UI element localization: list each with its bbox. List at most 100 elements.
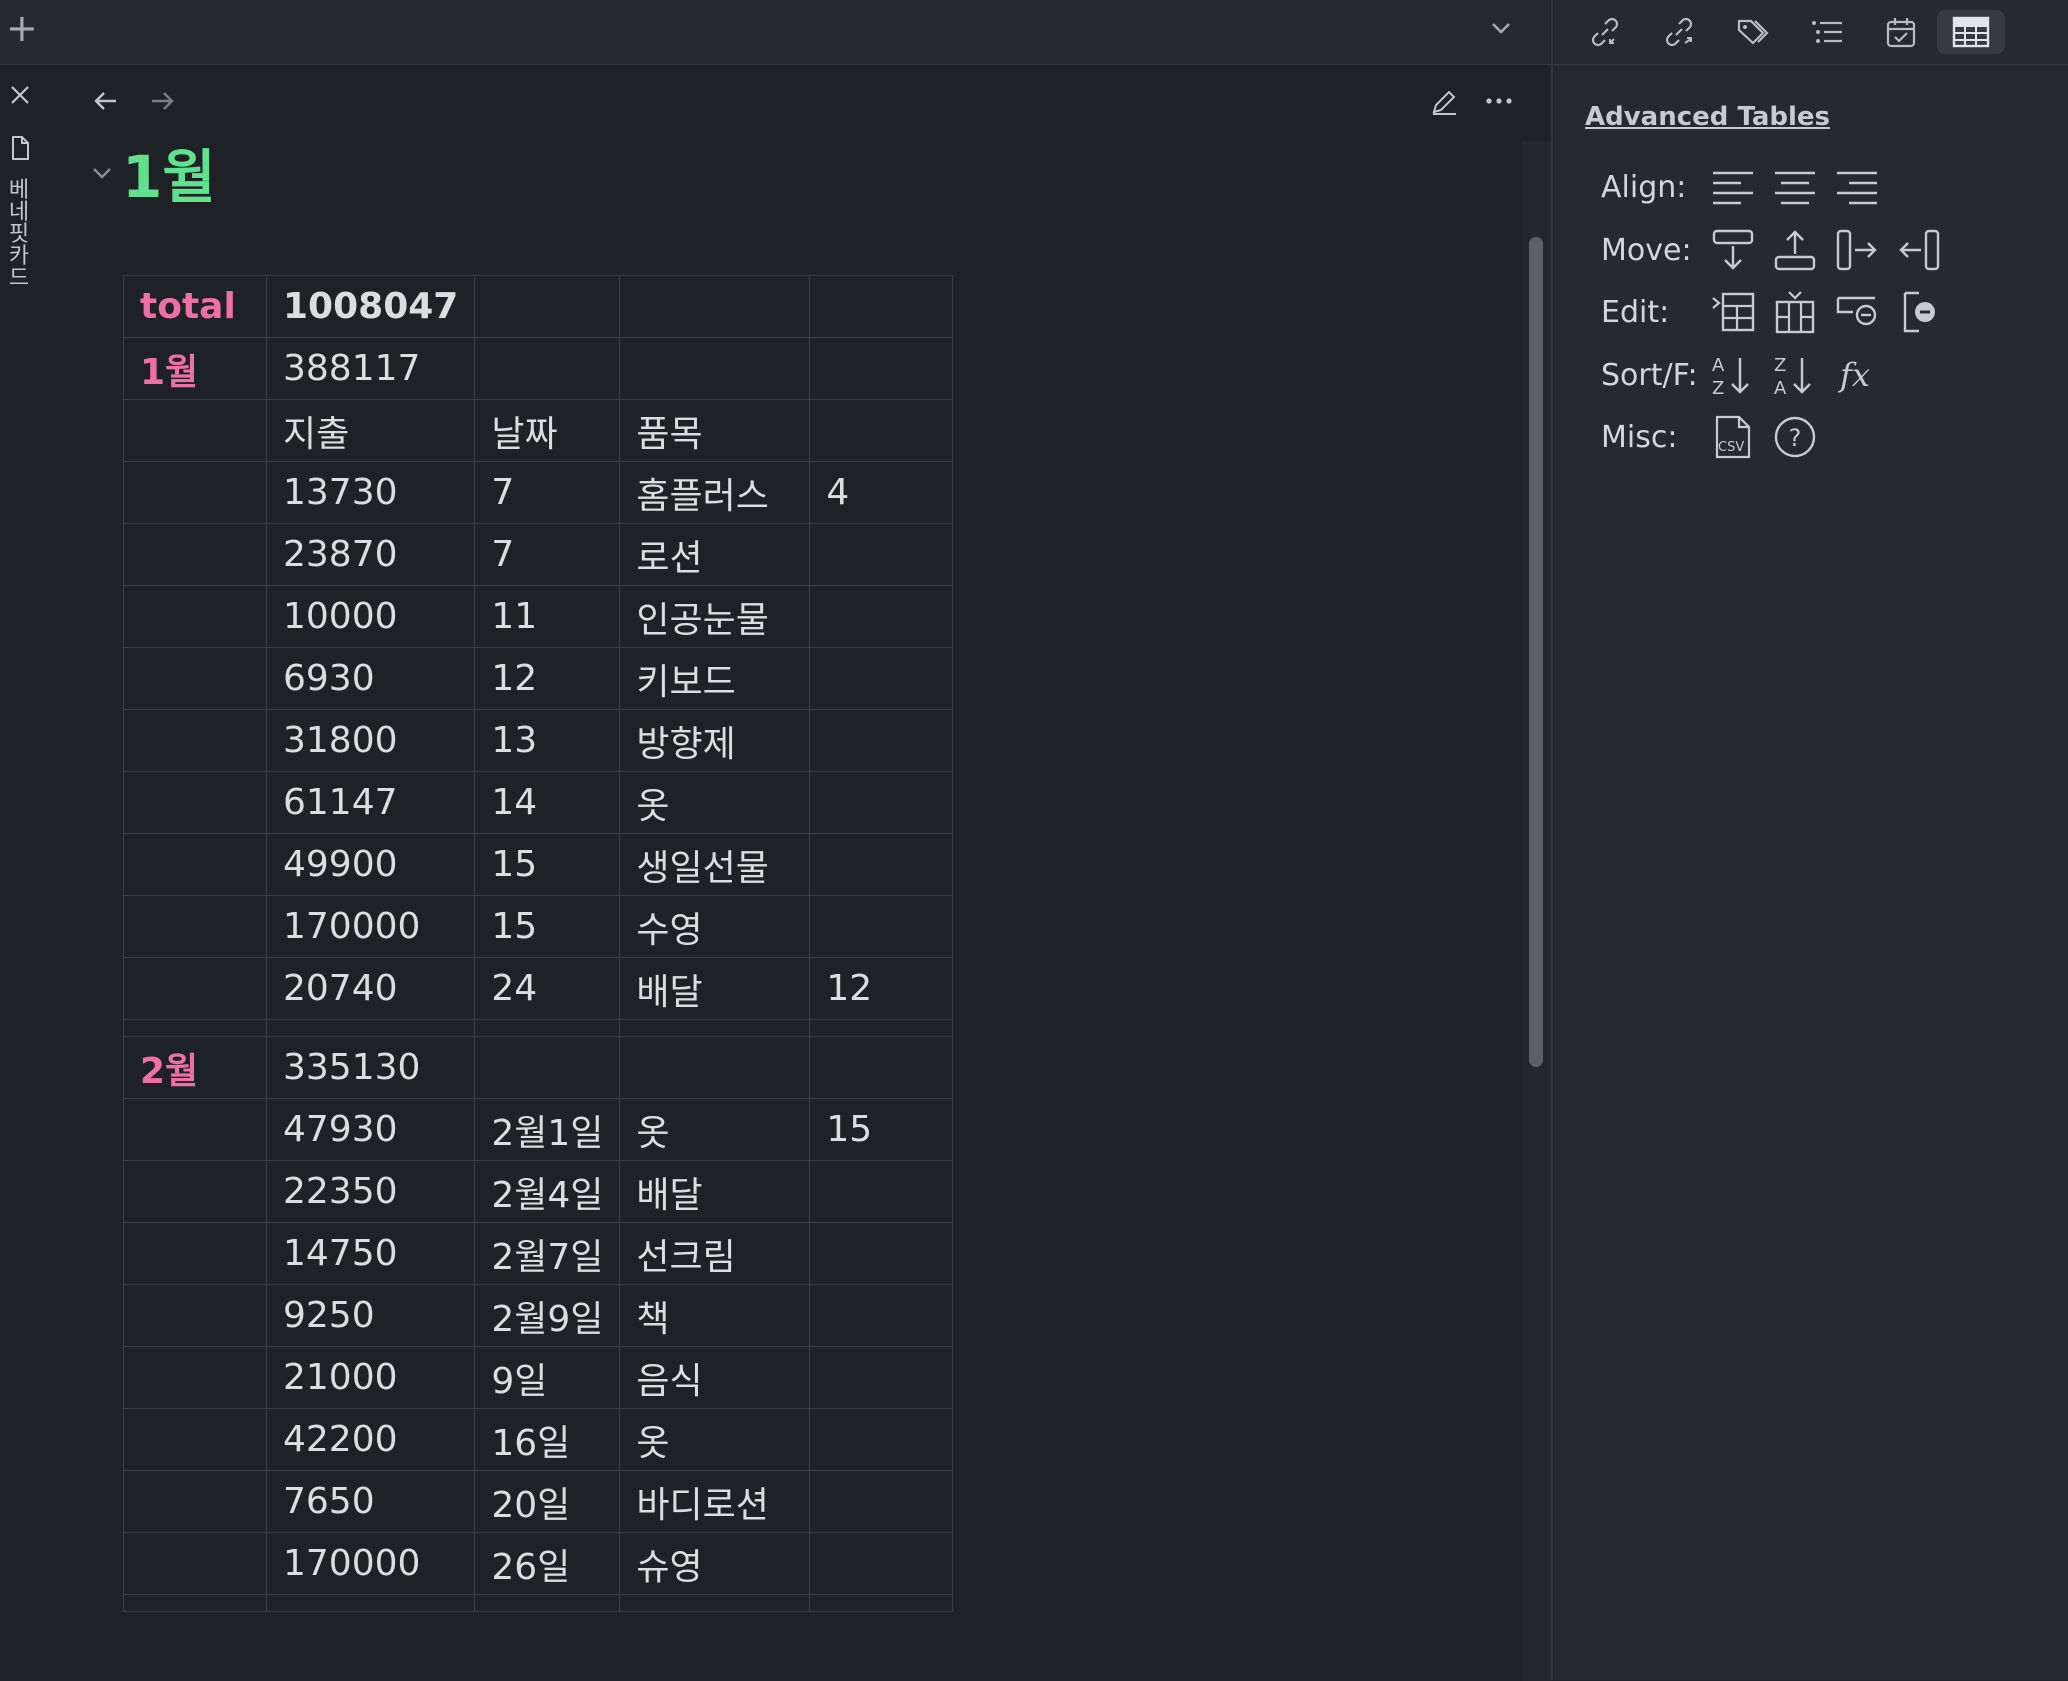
table-cell[interactable] xyxy=(474,275,621,338)
scrollbar-thumb[interactable] xyxy=(1529,237,1543,1067)
arrow-left-icon[interactable] xyxy=(92,87,120,115)
table-cell[interactable]: 12 xyxy=(474,647,621,710)
table-cell[interactable]: 15 xyxy=(474,833,621,896)
table-cell[interactable]: 방향제 xyxy=(619,709,811,772)
table-cell[interactable] xyxy=(809,1222,954,1285)
table-cell[interactable] xyxy=(123,1346,267,1409)
table-cell[interactable]: 20740 xyxy=(265,957,476,1020)
file-icon[interactable] xyxy=(8,135,32,161)
table-cell[interactable]: 홈플러스 xyxy=(619,461,811,524)
table-cell[interactable] xyxy=(123,1098,267,1161)
table-cell[interactable]: 2월4일 xyxy=(474,1160,621,1223)
table-cell[interactable]: 24 xyxy=(474,957,621,1020)
table-cell[interactable] xyxy=(619,337,811,400)
table-cell[interactable]: 옷 xyxy=(619,1408,811,1471)
table-cell[interactable] xyxy=(123,1222,267,1285)
table-cell[interactable]: 49900 xyxy=(265,833,476,896)
panel-title[interactable]: Advanced Tables xyxy=(1585,102,1830,132)
table-cell[interactable]: 7 xyxy=(474,523,621,586)
table-cell[interactable] xyxy=(809,1284,954,1347)
sort-asc-icon[interactable]: A Z xyxy=(1707,349,1759,401)
table-cell[interactable]: 12 xyxy=(809,957,954,1020)
calendar-icon[interactable] xyxy=(1879,10,1923,54)
table-cell[interactable] xyxy=(809,1532,954,1595)
table-cell[interactable] xyxy=(265,1019,476,1037)
table-cell[interactable]: 170000 xyxy=(265,895,476,958)
table-cell[interactable]: 388117 xyxy=(265,337,476,400)
table-cell[interactable]: 9일 xyxy=(474,1346,621,1409)
align-center-icon[interactable] xyxy=(1769,162,1821,214)
table-cell[interactable]: total xyxy=(123,275,267,338)
table-cell[interactable] xyxy=(809,647,954,710)
table-cell[interactable] xyxy=(123,585,267,648)
table-cell[interactable]: 14750 xyxy=(265,1222,476,1285)
move-row-down-icon[interactable] xyxy=(1707,224,1759,276)
align-left-icon[interactable] xyxy=(1707,162,1759,214)
table-cell[interactable] xyxy=(809,1470,954,1533)
table-cell[interactable] xyxy=(123,709,267,772)
table-cell[interactable] xyxy=(809,1408,954,1471)
table-cell[interactable] xyxy=(123,1284,267,1347)
table-cell[interactable]: 수영 xyxy=(619,895,811,958)
table-cell[interactable] xyxy=(809,709,954,772)
table-cell[interactable]: 옷 xyxy=(619,771,811,834)
table-cell[interactable] xyxy=(123,1594,267,1612)
more-horizontal-icon[interactable] xyxy=(1485,91,1513,111)
table-cell[interactable]: 7 xyxy=(474,461,621,524)
table-cell[interactable] xyxy=(123,1532,267,1595)
table-cell[interactable] xyxy=(809,523,954,586)
table-cell[interactable] xyxy=(809,275,954,338)
table-cell[interactable] xyxy=(809,1019,954,1037)
table-cell[interactable]: 4 xyxy=(809,461,954,524)
table-cell[interactable]: 배달 xyxy=(619,957,811,1020)
table-cell[interactable]: 2월 xyxy=(123,1036,267,1099)
table-cell[interactable] xyxy=(123,523,267,586)
table-cell[interactable] xyxy=(809,1036,954,1099)
table-icon[interactable] xyxy=(1937,10,2005,54)
table-cell[interactable]: 23870 xyxy=(265,523,476,586)
table-cell[interactable]: 로션 xyxy=(619,523,811,586)
table-cell[interactable]: 170000 xyxy=(265,1532,476,1595)
backlinks-icon[interactable] xyxy=(1583,10,1627,54)
table-cell[interactable] xyxy=(619,1036,811,1099)
table-cell[interactable] xyxy=(809,895,954,958)
table-cell[interactable]: 335130 xyxy=(265,1036,476,1099)
table-cell[interactable] xyxy=(123,1408,267,1471)
table-cell[interactable]: 13 xyxy=(474,709,621,772)
vertical-tab-label[interactable]: 베네핏카드 xyxy=(4,180,34,290)
table-cell[interactable]: 6930 xyxy=(265,647,476,710)
table-cell[interactable]: 15 xyxy=(809,1098,954,1161)
table-cell[interactable]: 42200 xyxy=(265,1408,476,1471)
table-cell[interactable] xyxy=(123,833,267,896)
table-cell[interactable] xyxy=(809,1160,954,1223)
table-cell[interactable]: 옷 xyxy=(619,1098,811,1161)
table-cell[interactable] xyxy=(474,337,621,400)
table-cell[interactable]: 10000 xyxy=(265,585,476,648)
plus-icon[interactable]: + xyxy=(6,8,38,48)
tags-icon[interactable] xyxy=(1731,10,1775,54)
table-cell[interactable]: 품목 xyxy=(619,399,811,462)
move-column-right-icon[interactable] xyxy=(1831,224,1883,276)
table-cell[interactable]: 바디로션 xyxy=(619,1470,811,1533)
table-cell[interactable]: 배달 xyxy=(619,1160,811,1223)
table-cell[interactable] xyxy=(265,1594,476,1612)
delete-column-icon[interactable] xyxy=(1893,286,1945,338)
table-cell[interactable] xyxy=(809,771,954,834)
table-cell[interactable] xyxy=(809,337,954,400)
table-cell[interactable] xyxy=(123,399,267,462)
table-cell[interactable]: 14 xyxy=(474,771,621,834)
table-cell[interactable]: 인공눈물 xyxy=(619,585,811,648)
move-row-up-icon[interactable] xyxy=(1769,224,1821,276)
table-cell[interactable]: 16일 xyxy=(474,1408,621,1471)
table-cell[interactable]: 26일 xyxy=(474,1532,621,1595)
arrow-right-icon[interactable] xyxy=(148,87,176,115)
table-cell[interactable] xyxy=(123,1019,267,1037)
table-cell[interactable] xyxy=(474,1019,621,1037)
table-cell[interactable] xyxy=(619,1594,811,1612)
table-cell[interactable]: 1월 xyxy=(123,337,267,400)
table-cell[interactable] xyxy=(619,1019,811,1037)
table-cell[interactable]: 2월9일 xyxy=(474,1284,621,1347)
formula-icon[interactable]: fx xyxy=(1831,349,1883,401)
table-cell[interactable] xyxy=(809,1346,954,1409)
table-cell[interactable]: 2월7일 xyxy=(474,1222,621,1285)
